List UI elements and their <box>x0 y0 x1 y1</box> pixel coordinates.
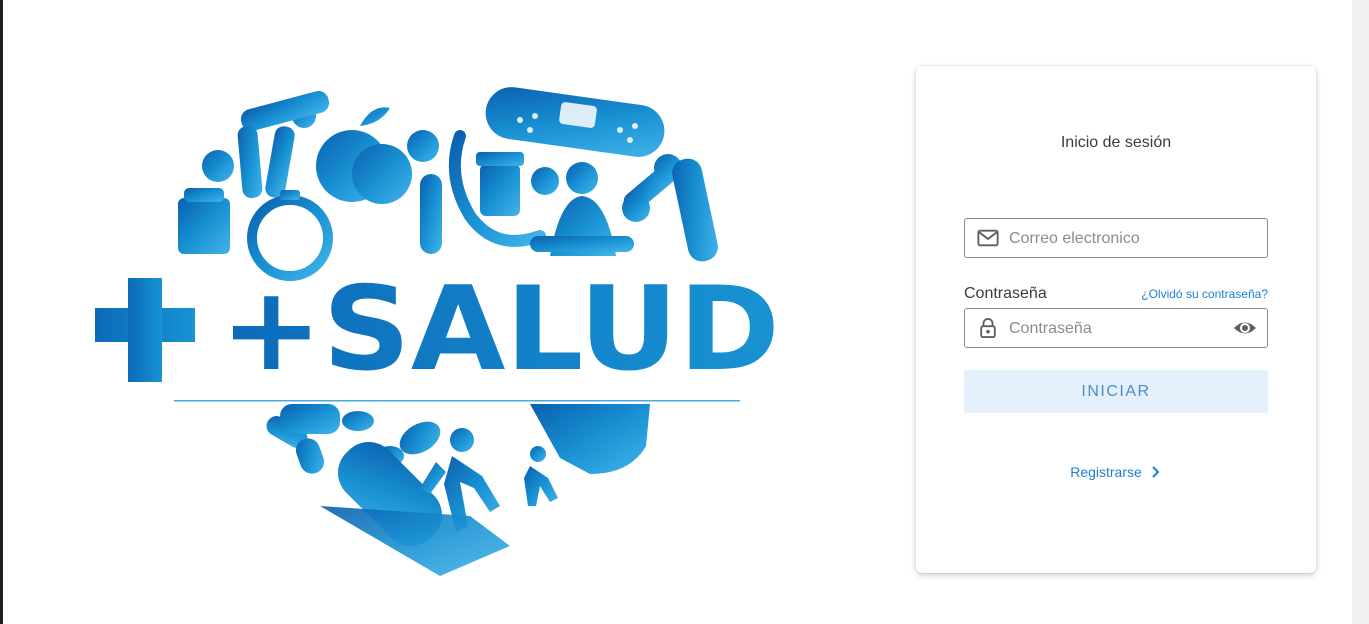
eye-icon[interactable] <box>1233 318 1257 338</box>
heart-top-icons <box>178 87 718 281</box>
register-link[interactable]: Registrarse <box>916 464 1316 480</box>
login-card: Inicio de sesión Contraseña ¿Olvidó su c… <box>916 66 1316 573</box>
password-label: Contraseña <box>964 285 1047 302</box>
brand-text: +SALUD <box>220 262 780 397</box>
brand-wordmark: +SALUD <box>95 262 780 402</box>
salud-logo: +SALUD <box>95 87 780 576</box>
lock-icon <box>980 318 996 338</box>
window-edge <box>0 0 3 624</box>
mail-icon <box>977 229 999 247</box>
scrollbar-track[interactable] <box>1352 0 1369 624</box>
plus-vertical <box>128 278 162 382</box>
password-input[interactable] <box>1007 309 1231 349</box>
login-button[interactable]: INICIAR <box>964 370 1268 413</box>
password-field[interactable] <box>964 308 1268 349</box>
heart-bottom-icons <box>266 404 650 576</box>
forgot-password-link[interactable]: ¿Olvidó su contraseña? <box>1141 287 1268 301</box>
email-input[interactable] <box>1007 219 1231 259</box>
register-label: Registrarse <box>1070 464 1142 480</box>
email-field[interactable] <box>964 218 1268 259</box>
login-title: Inicio de sesión <box>1060 134 1172 151</box>
chevron-right-icon <box>1152 466 1160 478</box>
